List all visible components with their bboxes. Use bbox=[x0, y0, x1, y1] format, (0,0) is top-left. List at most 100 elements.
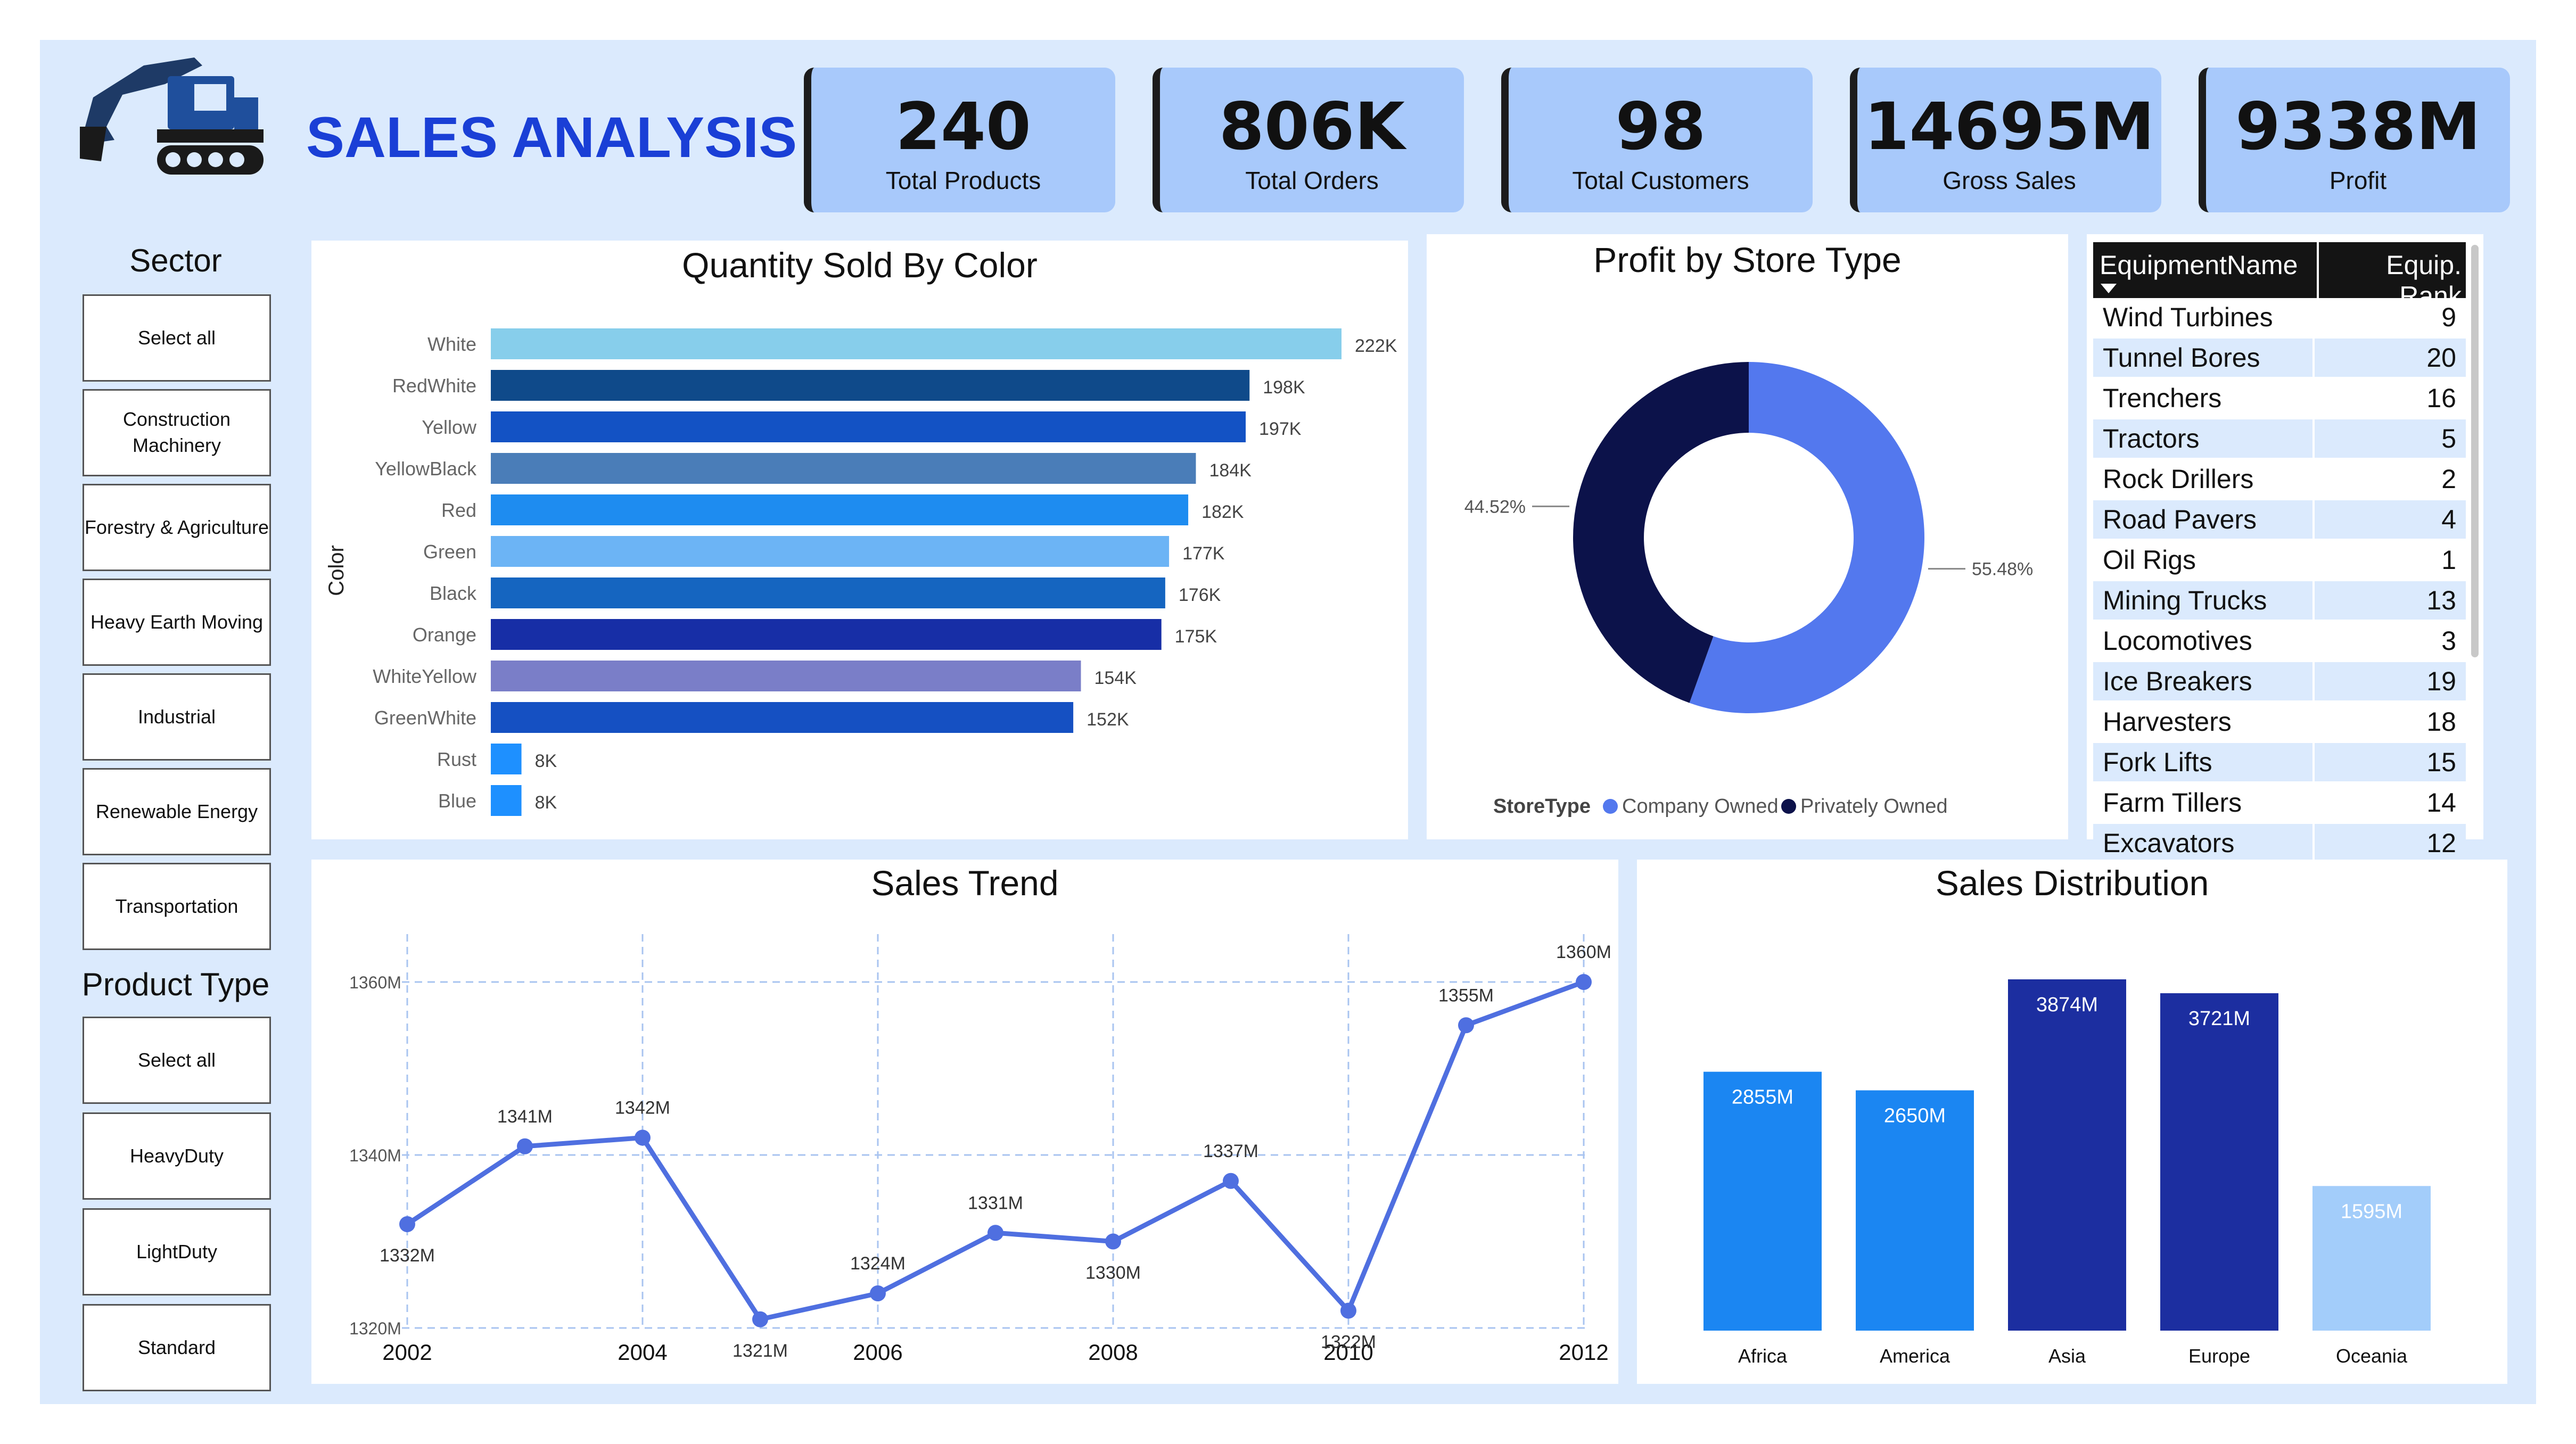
data-point bbox=[1576, 974, 1592, 990]
color-bar-chart-panel: Quantity Sold By Color Color White 222K Red… bbox=[311, 241, 1408, 839]
data-label: 1360M bbox=[1556, 942, 1611, 962]
bar bbox=[491, 661, 1081, 691]
table-row[interactable]: Tunnel Bores 20 bbox=[2093, 337, 2466, 379]
table-row[interactable]: Harvesters 18 bbox=[2093, 702, 2466, 743]
data-point bbox=[1223, 1173, 1239, 1189]
sector-option[interactable]: Transportation bbox=[83, 863, 271, 950]
data-point bbox=[987, 1225, 1003, 1241]
equipment-table: Wind Turbines 9 Tunnel Bores 20 Trenchers 16 T… bbox=[2093, 298, 2466, 864]
category-tick-label: Asia bbox=[2048, 1345, 2086, 1367]
category-tick-label: WhiteYellow bbox=[373, 665, 477, 687]
bar bbox=[491, 577, 1165, 608]
legend-title: StoreType bbox=[1493, 795, 1591, 818]
y-axis-label: Color bbox=[325, 545, 348, 596]
category-tick-label: Green bbox=[423, 541, 476, 563]
column-header-equipment-name[interactable]: EquipmentName bbox=[2100, 250, 2298, 280]
table-row[interactable]: Fork Lifts 15 bbox=[2093, 742, 2466, 783]
category-tick-label: America bbox=[1880, 1345, 1950, 1367]
legend-entry: Company Owned bbox=[1622, 795, 1779, 818]
data-label: 1330M bbox=[1085, 1263, 1141, 1283]
kpi-label: Profit bbox=[2329, 167, 2387, 194]
category-tick-label: GreenWhite bbox=[374, 707, 476, 729]
equipment-rank-cell: 5 bbox=[2312, 418, 2466, 460]
slice-label: 44.52% bbox=[1464, 497, 1526, 517]
equipment-name-cell: Tractors bbox=[2093, 418, 2314, 460]
sector-option[interactable]: Renewable Energy bbox=[83, 768, 271, 855]
product-type-option-select-all[interactable]: Select all bbox=[83, 1017, 271, 1104]
data-label: 176K bbox=[1179, 585, 1221, 605]
equipment-rank-cell: 12 bbox=[2312, 823, 2466, 864]
data-label: 2650M bbox=[1884, 1105, 1946, 1127]
product-type-option[interactable]: LightDuty bbox=[83, 1208, 271, 1296]
kpi-card: 9338M Profit bbox=[2199, 68, 2510, 212]
table-row[interactable]: Tractors 5 bbox=[2093, 418, 2466, 460]
x-tick-label: 2004 bbox=[618, 1340, 667, 1365]
equipment-rank-cell: 15 bbox=[2312, 742, 2466, 783]
table-row[interactable]: Rock Drillers 2 bbox=[2093, 459, 2466, 500]
x-tick-label: 2002 bbox=[382, 1340, 432, 1365]
equipment-rank-cell: 3 bbox=[2312, 621, 2466, 662]
equipment-name-cell: Road Pavers bbox=[2093, 499, 2314, 541]
category-tick-label: Rust bbox=[437, 748, 476, 770]
kpi-label: Total Customers bbox=[1572, 167, 1749, 194]
sector-option-select-all[interactable]: Select all bbox=[83, 294, 271, 382]
data-point bbox=[870, 1285, 886, 1301]
table-row[interactable]: Excavators 12 bbox=[2093, 823, 2466, 864]
bar bbox=[491, 785, 522, 816]
equipment-table-panel: EquipmentName Equip. Rank Wind Turbines 9… bbox=[2087, 234, 2483, 864]
slice-label: 55.48% bbox=[1972, 559, 2033, 580]
kpi-value: 98 bbox=[1615, 89, 1706, 164]
table-row[interactable]: Locomotives 3 bbox=[2093, 621, 2466, 662]
trend-line bbox=[406, 979, 1585, 1322]
equipment-name-cell: Rock Drillers bbox=[2093, 459, 2314, 500]
sector-option[interactable]: Heavy Earth Moving bbox=[83, 579, 271, 666]
bar bbox=[491, 370, 1250, 401]
category-tick-label: Orange bbox=[413, 624, 476, 646]
kpi-value: 806K bbox=[1219, 89, 1405, 164]
table-row[interactable]: Oil Rigs 1 bbox=[2093, 540, 2466, 581]
sales-trend-panel: Sales Trend 1320M 1340M 1360M 2002 2004 2006 2… bbox=[311, 860, 1618, 1384]
equipment-rank-cell: 13 bbox=[2312, 580, 2466, 622]
y-tick-label: 1340M bbox=[349, 1146, 401, 1165]
equipment-rank-cell: 9 bbox=[2312, 298, 2466, 339]
sector-option[interactable]: Industrial bbox=[83, 673, 271, 761]
table-row[interactable]: Trenchers 16 bbox=[2093, 378, 2466, 419]
data-point bbox=[517, 1138, 533, 1154]
data-label: 1595M bbox=[2341, 1200, 2402, 1223]
data-label: 1332M bbox=[380, 1245, 435, 1266]
data-label: 1341M bbox=[497, 1107, 553, 1127]
equipment-name-cell: Mining Trucks bbox=[2093, 580, 2314, 622]
bar bbox=[2160, 993, 2278, 1331]
equipment-name-cell: Fork Lifts bbox=[2093, 742, 2314, 783]
table-row[interactable]: Ice Breakers 19 bbox=[2093, 661, 2466, 703]
category-tick-label: RedWhite bbox=[392, 375, 476, 397]
data-point bbox=[1458, 1017, 1474, 1034]
equipment-name-cell: Trenchers bbox=[2093, 378, 2314, 419]
table-row[interactable]: Farm Tillers 14 bbox=[2093, 782, 2466, 824]
table-scrollbar[interactable] bbox=[2471, 245, 2479, 657]
table-row[interactable]: Wind Turbines 9 bbox=[2093, 298, 2466, 339]
table-row[interactable]: Mining Trucks 13 bbox=[2093, 580, 2466, 622]
data-label: 8K bbox=[535, 751, 557, 771]
data-label: 2855M bbox=[1732, 1086, 1793, 1109]
data-point bbox=[1340, 1302, 1356, 1319]
category-tick-label: Africa bbox=[1738, 1345, 1788, 1367]
equipment-rank-cell: 18 bbox=[2312, 702, 2466, 743]
bar bbox=[491, 536, 1170, 567]
sector-slicer-title: Sector bbox=[129, 243, 222, 278]
equipment-name-cell: Harvesters bbox=[2093, 702, 2314, 743]
product-type-option[interactable]: Standard bbox=[83, 1304, 271, 1391]
kpi-card: 806K Total Orders bbox=[1153, 68, 1464, 212]
x-tick-label: 2008 bbox=[1088, 1340, 1138, 1365]
table-row[interactable]: Road Pavers 4 bbox=[2093, 499, 2466, 541]
product-type-option[interactable]: HeavyDuty bbox=[83, 1112, 271, 1200]
data-label: 222K bbox=[1355, 336, 1397, 356]
sector-option[interactable]: Construction Machinery bbox=[83, 389, 271, 476]
legend-entry: Privately Owned bbox=[1800, 795, 1948, 818]
equipment-rank-cell: 16 bbox=[2312, 378, 2466, 419]
table-body: Wind Turbines 9 Tunnel Bores 20 Trenchers 16 T… bbox=[2093, 298, 2466, 864]
legend-marker bbox=[1781, 799, 1796, 814]
sector-option[interactable]: Forestry & Agriculture bbox=[83, 484, 271, 571]
data-label: 3874M bbox=[2036, 994, 2098, 1016]
product-type-slicer-title: Product Type bbox=[81, 967, 270, 1002]
